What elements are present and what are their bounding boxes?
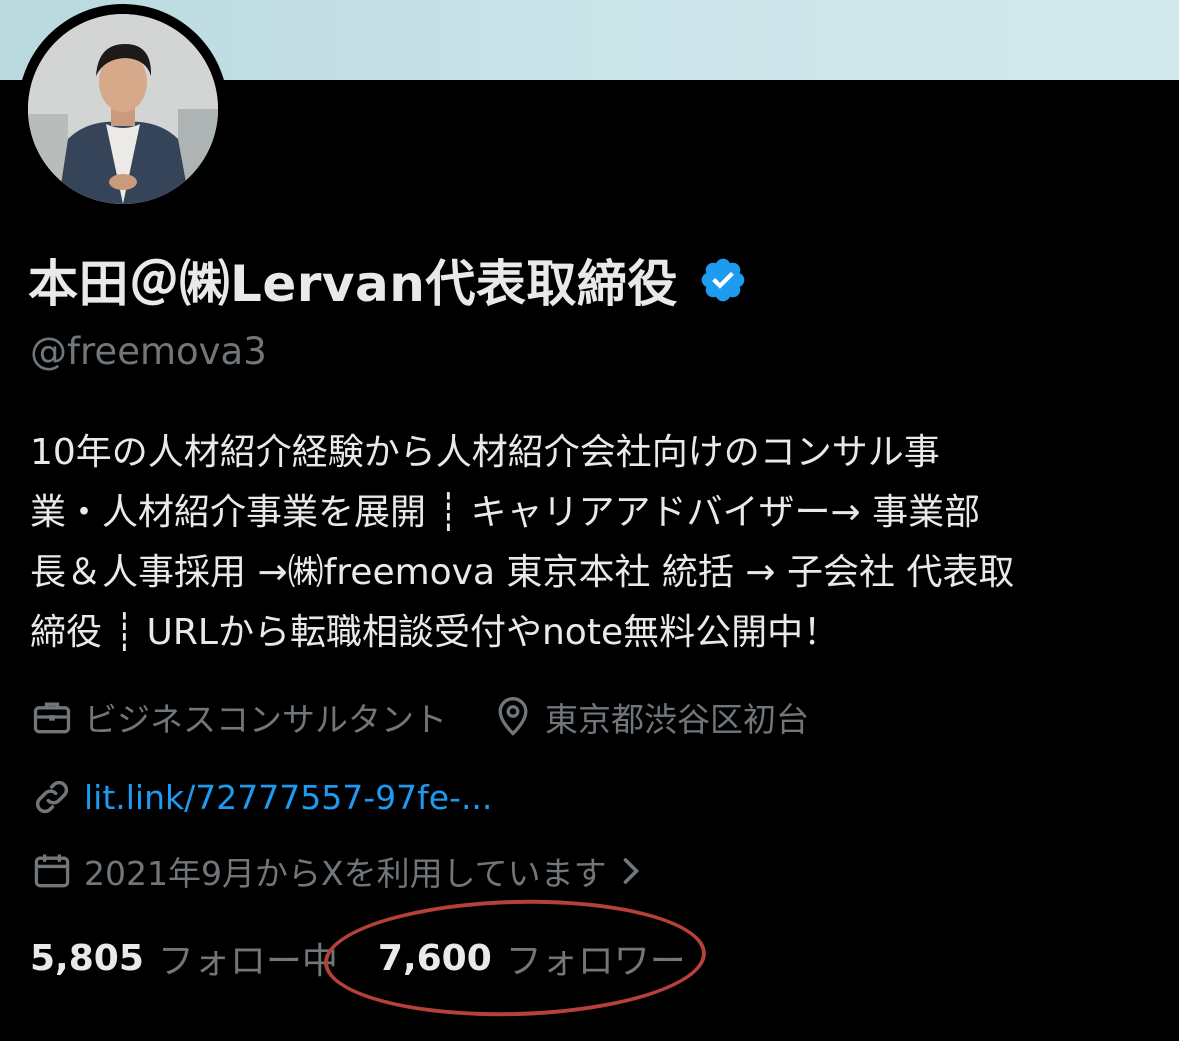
category-label: ビジネスコンサルタント: [84, 700, 447, 739]
name-row: 本田＠㈱Lervan代表取締役: [28, 245, 748, 315]
avatar[interactable]: [18, 4, 228, 214]
profile-page: 本田＠㈱Lervan代表取締役 @freemova3 10年の人材紹介経験から人…: [0, 0, 1179, 1041]
followers-label: フォロワー: [505, 941, 686, 982]
bio-line: 10年の人材紹介経験から人材紹介会社向けのコンサル事: [30, 432, 940, 473]
chevron-right-icon: [615, 849, 647, 893]
following-label: フォロー中: [157, 941, 338, 982]
avatar-photo: [28, 14, 218, 204]
link-icon: [30, 775, 74, 819]
user-handle: @freemova3: [30, 330, 267, 373]
bio-line: 長＆人事採用 →㈱freemova 東京本社 統括 → 子会社 代表取: [30, 552, 1015, 593]
verified-badge-icon[interactable]: [698, 255, 748, 305]
bio-line: 業・人材紹介事業を展開 ┊ キャリアアドバイザー→ 事業部: [30, 492, 981, 533]
briefcase-icon: [30, 695, 74, 739]
profile-link-row: lit.link/72777557-97fe-...: [30, 772, 492, 822]
location-pin-icon: [491, 695, 535, 739]
location-label: 東京都渋谷区初台: [545, 700, 809, 739]
category-item: ビジネスコンサルタント: [30, 693, 447, 741]
joined-label: 2021年9月からXを利用しています: [84, 854, 607, 893]
location-item: 東京都渋谷区初台: [491, 693, 809, 741]
website-item[interactable]: lit.link/72777557-97fe-...: [30, 775, 492, 819]
followers-stat[interactable]: 7,600 フォロワー: [378, 932, 686, 984]
following-stat[interactable]: 5,805 フォロー中: [30, 932, 338, 984]
display-name: 本田＠㈱Lervan代表取締役: [28, 255, 678, 313]
bio-line: 締役 ┊ URLから転職相談受付やnote無料公開中！: [30, 612, 840, 653]
joined-row[interactable]: 2021年9月からXを利用しています: [30, 846, 647, 896]
following-count: 5,805: [30, 937, 144, 979]
profile-bio: 10年の人材紹介経験から人材紹介会社向けのコンサル事 業・人材紹介事業を展開 ┊…: [30, 423, 1155, 663]
joined-item[interactable]: 2021年9月からXを利用しています: [30, 847, 647, 895]
follow-stats: 5,805 フォロー中 7,600 フォロワー: [30, 930, 686, 986]
website-link[interactable]: lit.link/72777557-97fe-...: [84, 778, 492, 817]
calendar-icon: [30, 849, 74, 893]
profile-meta-row: ビジネスコンサルタント 東京都渋谷区初台: [30, 692, 809, 742]
followers-count: 7,600: [377, 937, 492, 979]
